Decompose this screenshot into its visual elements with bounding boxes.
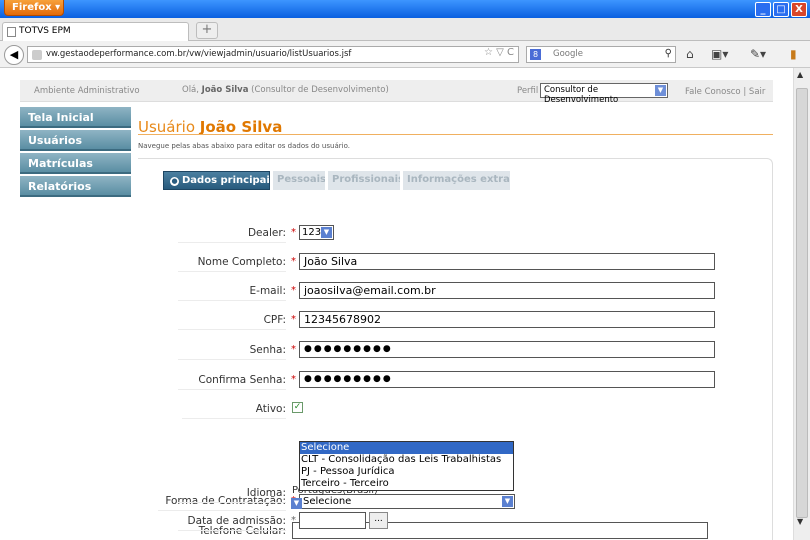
required-mark: * (291, 256, 296, 267)
required-mark: * (291, 344, 296, 355)
search-bar[interactable]: 8 Google ⚲ (526, 46, 676, 63)
sidebar-item-usuarios[interactable]: Usuários (20, 130, 131, 151)
required-mark: * (291, 285, 296, 296)
ativo-checkbox[interactable]: ✓ (292, 402, 303, 413)
senha-label: Senha: (178, 344, 286, 360)
scrollbar-thumb[interactable] (796, 88, 808, 518)
chevron-down-icon: ▼ (321, 227, 332, 238)
top-info-bar: Ambiente Administrativo Olá, João Silva … (20, 80, 773, 105)
greeting: Olá, João Silva (Consultor de Desenvolvi… (182, 85, 389, 95)
chevron-down-icon: ▼ (655, 85, 666, 96)
tab-informacoes-extras[interactable]: Informações extras (403, 171, 510, 190)
new-tab-button[interactable]: + (196, 22, 218, 39)
confirma-senha-input[interactable]: ●●●●●●●●● (299, 371, 715, 388)
chevron-down-icon: ▼ (502, 496, 513, 507)
tab-pessoais[interactable]: Pessoais (273, 171, 325, 190)
email-input[interactable]: joaosilva@email.com.br (299, 282, 715, 299)
option-terceiro[interactable]: Terceiro - Terceiro (300, 478, 513, 490)
addon-icon[interactable]: ✎▾ (750, 47, 766, 61)
page-favicon-icon (7, 27, 16, 37)
area-label: Ambiente Administrativo (34, 86, 140, 96)
option-pj[interactable]: PJ - Pessoa Jurídica (300, 466, 513, 478)
search-placeholder: Google (553, 49, 583, 59)
browser-tab[interactable]: TOTVS EPM (2, 22, 189, 41)
scroll-up-icon[interactable]: ▲ (797, 70, 803, 79)
site-identity-icon (32, 50, 42, 60)
option-clt[interactable]: CLT - Consolidação das Leis Trabalhistas (300, 454, 513, 466)
bookmark-star-icon[interactable]: ☆ (484, 47, 493, 58)
contratacao-dropdown-list: Selecione CLT - Consolidação das Leis Tr… (299, 441, 514, 491)
chevron-down-icon: ▼ (291, 498, 302, 509)
dealer-label: Dealer: (178, 227, 286, 243)
bookmarks-menu-icon[interactable]: ▣▾ (711, 47, 728, 61)
minimize-button[interactable]: _ (755, 2, 771, 17)
page-subtitle: Navegue pelas abas abaixo para editar os… (138, 142, 350, 150)
sidebar-item-matriculas[interactable]: Matrículas (20, 153, 131, 174)
home-icon[interactable]: ⌂ (686, 47, 694, 61)
idioma-label: Idioma: (178, 487, 286, 503)
cpf-input[interactable]: 12345678902 (299, 311, 715, 328)
contact-link[interactable]: Fale Conosco (685, 87, 741, 97)
checkmark-icon: ✓ (293, 402, 302, 412)
vertical-scrollbar[interactable]: ▲ ▼ (793, 68, 810, 540)
nome-input[interactable]: João Silva (299, 253, 715, 270)
option-selecione[interactable]: Selecione (300, 442, 513, 454)
email-label: E-mail: (178, 285, 286, 301)
dealer-select[interactable]: 123 ▼ (299, 225, 334, 240)
required-mark: * (291, 227, 296, 238)
address-bar[interactable]: vw.gestaodeperformance.com.br/vw/viewjad… (27, 46, 519, 63)
exit-link[interactable]: Sair (749, 87, 765, 97)
close-button[interactable]: X (791, 2, 807, 17)
magnifier-icon[interactable]: ⚲ (665, 48, 672, 59)
back-button[interactable]: ◀ (4, 45, 24, 65)
tab-profissionais[interactable]: Profissionais (328, 171, 400, 190)
senha-input[interactable]: ●●●●●●●●● (299, 341, 715, 358)
dropdown-arrow-icon[interactable]: ▽ (496, 47, 504, 58)
maximize-button[interactable]: □ (773, 2, 789, 17)
tab-title: TOTVS EPM (19, 26, 71, 36)
sidebar-item-relatorios[interactable]: Relatórios (20, 176, 131, 197)
tab-strip: TOTVS EPM + (0, 18, 810, 41)
navigation-toolbar: ◀ vw.gestaodeperformance.com.br/vw/viewj… (0, 41, 810, 68)
ativo-label: Ativo: (182, 403, 286, 419)
sidebar: Tela Inicial Usuários Matrículas Relatór… (20, 107, 131, 199)
required-mark: * (291, 314, 296, 325)
date-picker-button[interactable]: ... (369, 512, 388, 529)
admissao-label: Data de admissão: (178, 515, 286, 531)
addon-bar-icon[interactable]: ▮ (790, 47, 797, 61)
profile-select[interactable]: Consultor de Desenvolvimento ▼ (540, 83, 668, 105)
sidebar-item-tela-inicial[interactable]: Tela Inicial (20, 107, 131, 128)
search-engine-icon[interactable]: 8 (530, 49, 541, 60)
required-mark: * (291, 374, 296, 385)
confirma-senha-label: Confirma Senha: (178, 374, 286, 390)
circle-arrow-icon: ● (170, 177, 179, 186)
tab-dados-principais[interactable]: ● Dados principais (163, 171, 270, 190)
required-mark: * (291, 515, 296, 526)
profile-label: Perfil (517, 86, 539, 96)
scroll-down-icon[interactable]: ▼ (797, 517, 803, 526)
greeting-user-name: João Silva (201, 85, 249, 95)
admissao-input[interactable] (299, 512, 366, 529)
title-divider (138, 134, 773, 135)
firefox-menu-button[interactable]: Firefox ▾ (4, 0, 64, 16)
window-titlebar: Firefox ▾ _ □ X (0, 0, 810, 18)
nome-label: Nome Completo: (178, 256, 286, 272)
page-viewport: Ambiente Administrativo Olá, João Silva … (0, 68, 793, 540)
reload-icon[interactable]: C (507, 47, 514, 58)
cpf-label: CPF: (178, 314, 286, 330)
url-text: vw.gestaodeperformance.com.br/vw/viewjad… (46, 49, 352, 59)
